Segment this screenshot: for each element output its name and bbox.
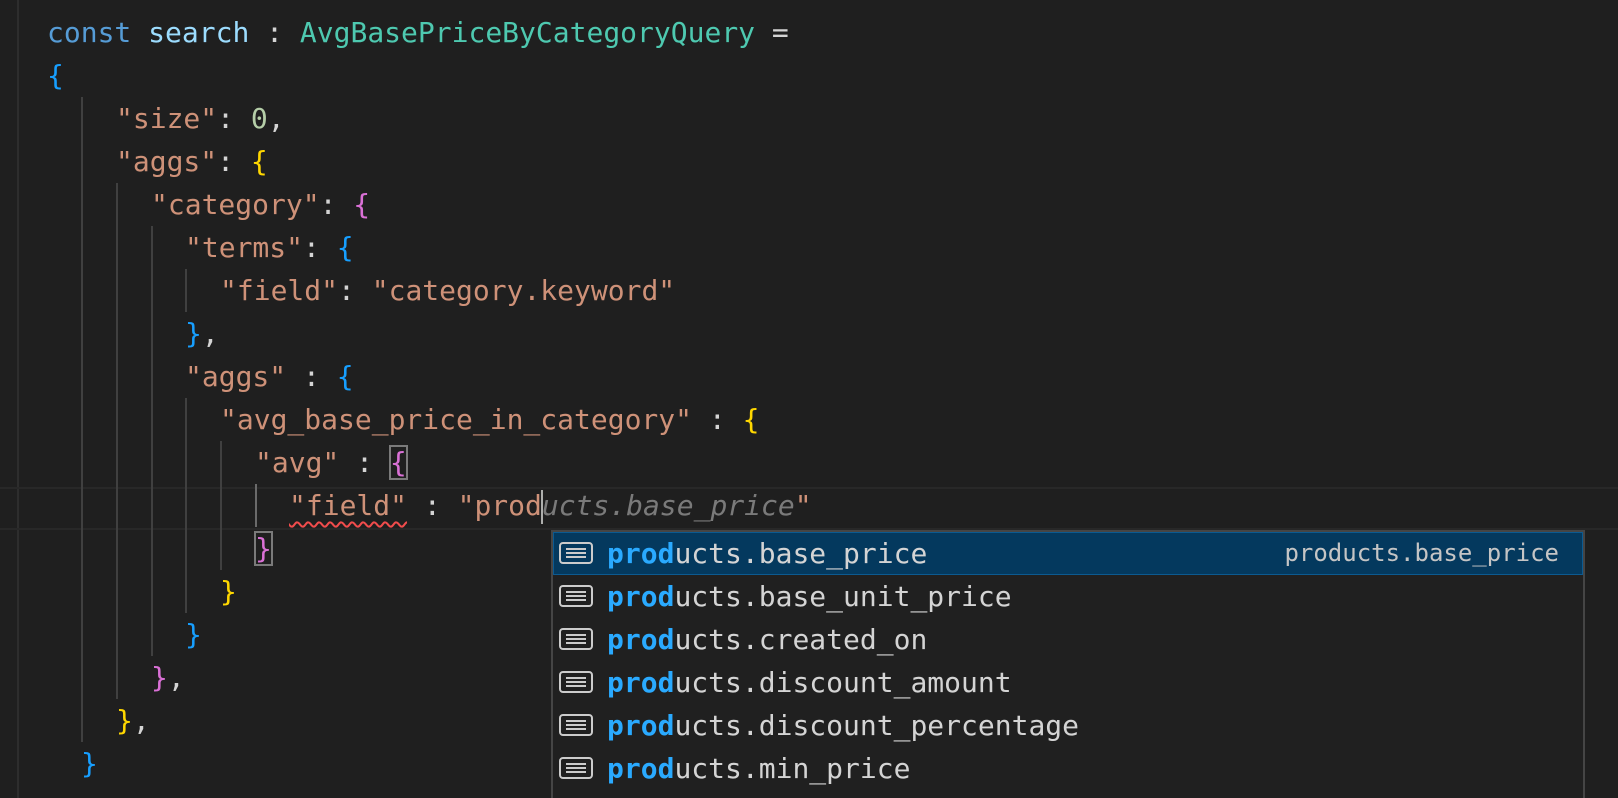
- suggestion-item[interactable]: products.discount_percentage: [553, 704, 1583, 747]
- code-line-7: "field": "category.keyword": [220, 274, 676, 307]
- indent-guide: [116, 183, 118, 699]
- suggestion-item[interactable]: products.min_price: [553, 747, 1583, 790]
- code-line-8: },: [185, 317, 219, 350]
- suggestion-item[interactable]: products.discount_amount: [553, 661, 1583, 704]
- code-line-5: "category": {: [151, 188, 371, 221]
- code-line-2: {: [47, 59, 64, 92]
- text-icon: [559, 542, 593, 564]
- code-line-17: },: [116, 704, 150, 737]
- suggestion-label: products.base_unit_price: [607, 580, 1012, 613]
- suggestion-label: products.created_on: [607, 623, 928, 656]
- autocomplete-suggest-widget[interactable]: products.base_price products.base_price …: [551, 530, 1585, 798]
- suggestion-item[interactable]: products.created_on: [553, 618, 1583, 661]
- suggestion-label: products.discount_percentage: [607, 709, 1080, 742]
- indent-guide: [151, 226, 153, 656]
- code-line-15: }: [185, 618, 202, 651]
- code-line-18: }: [81, 747, 98, 780]
- code-line-6: "terms": {: [185, 231, 354, 264]
- matched-bracket-close: }: [254, 531, 273, 566]
- indent-guide: [185, 398, 187, 613]
- suggestion-item[interactable]: products.base_unit_price: [553, 575, 1583, 618]
- code-line-4: "aggs": {: [116, 145, 268, 178]
- text-icon: [559, 714, 593, 736]
- code-line-3: "size": 0,: [116, 102, 285, 135]
- indent-guide: [220, 441, 222, 570]
- code-line-13: }: [254, 527, 273, 570]
- suggestion-detail: products.base_price: [1284, 539, 1559, 567]
- indent-guide: [185, 269, 187, 312]
- suggestion-label: products.base_price: [607, 537, 928, 570]
- indent-guide-active: [255, 484, 257, 527]
- code-line-16: },: [151, 661, 185, 694]
- code-line-1: const search : AvgBasePriceByCategoryQue…: [47, 16, 789, 49]
- error-squiggle-field: "field": [289, 489, 408, 522]
- text-icon: [559, 757, 593, 779]
- text-icon: [559, 671, 593, 693]
- matched-bracket-open: {: [388, 445, 408, 480]
- text-icon: [559, 628, 593, 650]
- code-line-10: "avg_base_price_in_category" : {: [220, 403, 760, 436]
- suggestion-item-selected[interactable]: products.base_price products.base_price: [553, 532, 1583, 575]
- suggestion-label: products.discount_amount: [607, 666, 1012, 699]
- code-line-11: "avg" : {: [255, 445, 408, 480]
- code-line-9: "aggs" : {: [185, 360, 354, 393]
- suggestion-label: products.min_price: [607, 752, 911, 785]
- editor-gutter-border: [17, 0, 19, 798]
- code-line-12-active[interactable]: "field" : "products.base_price": [289, 484, 812, 527]
- inline-suggestion-ghost-text: ucts.base_price: [541, 489, 795, 522]
- code-line-14: }: [220, 575, 237, 608]
- indent-guide: [81, 97, 83, 742]
- text-icon: [559, 585, 593, 607]
